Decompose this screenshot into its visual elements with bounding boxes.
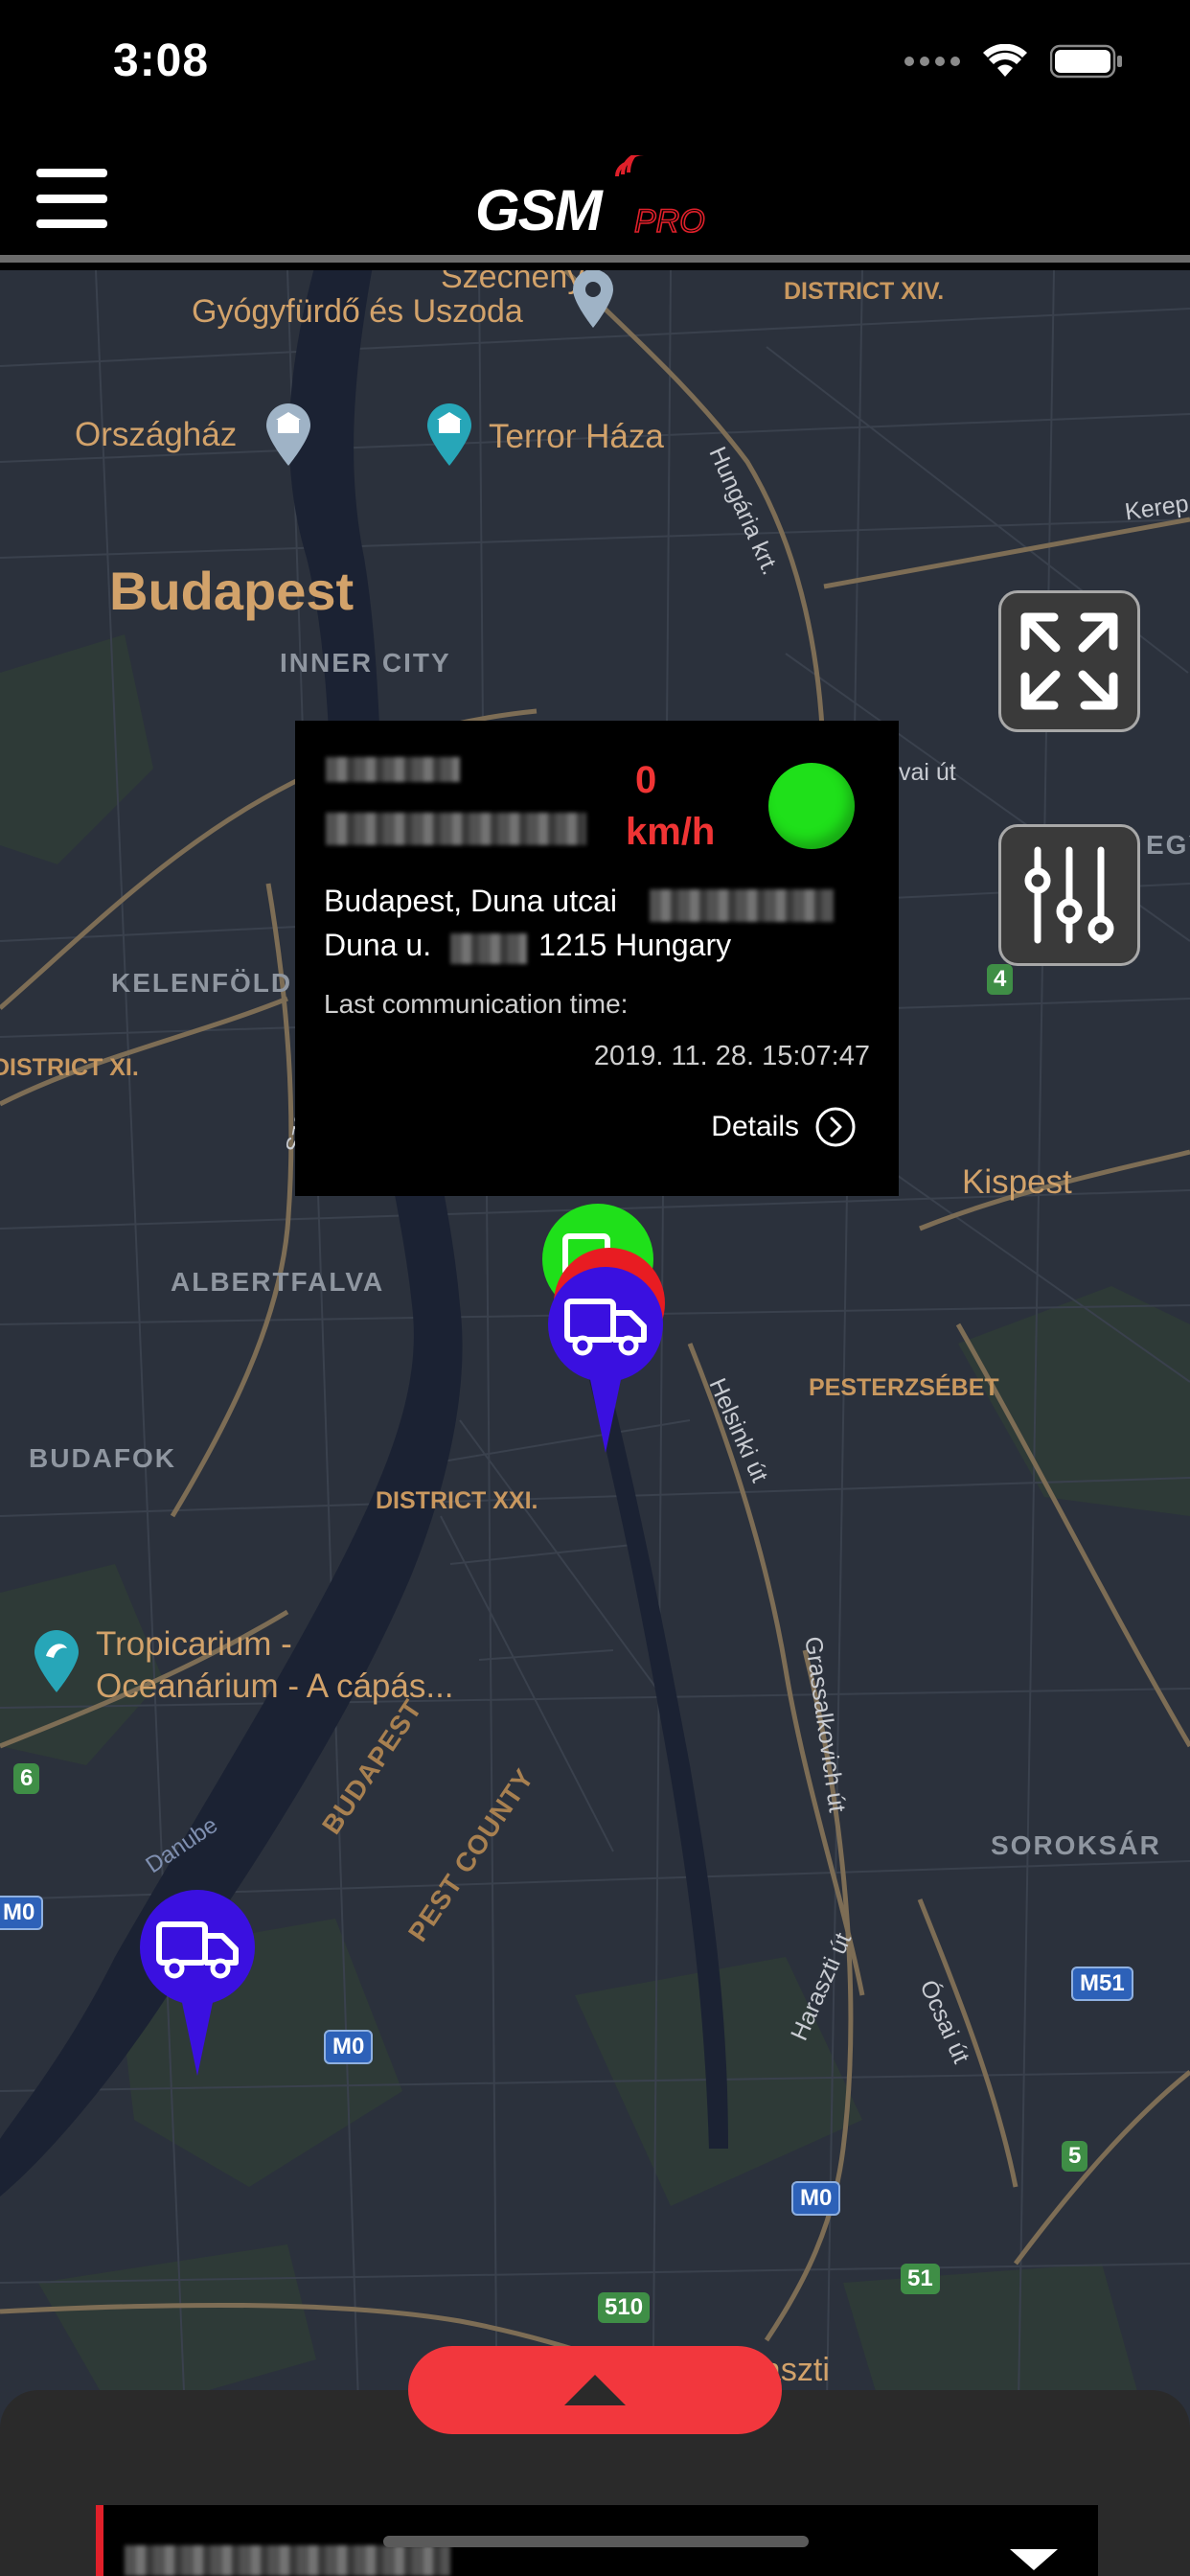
status-time: 3:08 [113,35,210,86]
address-line-1: Budapest, Duna utcai [324,884,617,918]
details-label: Details [711,1111,799,1142]
map-label-district-xiv: DISTRICT XIV. [784,278,945,305]
map-view[interactable]: Széchenyi Gyógyfürdő és Uszoda DISTRICT … [0,270,1190,2576]
hamburger-menu-icon[interactable] [36,163,107,234]
chevron-right-circle-icon [815,1107,856,1147]
filter-settings-button[interactable] [998,824,1140,966]
speed-unit: km/h [626,811,716,853]
map-label-district-xxi: DISTRICT XXI. [376,1487,538,1514]
map-label-budapest: Budapest [109,561,355,621]
chevron-down-icon [1010,2549,1058,2570]
status-icons [904,44,1123,79]
map-label-kelenfold: KELENFÖLD [111,968,293,998]
map-label-vai-ut: vai út [899,759,956,786]
chevron-up-icon [564,2375,626,2405]
vehicle-status-indicator [768,763,855,849]
fullscreen-button[interactable] [998,590,1140,732]
battery-icon [1050,44,1122,79]
expand-arrows-icon [1020,612,1118,710]
address-redacted-1 [650,889,834,922]
map-label-soroksar: SOROKSÁR [991,1830,1161,1860]
map-label-tropicarium-1: Tropicarium - [96,1625,292,1663]
road-badge-510: 510 [598,2292,651,2323]
map-label-pesterzsebet: PESTERZSÉBET [809,1374,999,1401]
road-badge-5: 5 [1062,2141,1088,2172]
road-badge-m0-right: M0 [791,2181,841,2216]
sliders-icon [1024,846,1114,944]
vehicle-name-redacted [326,757,460,782]
road-badge-51: 51 [901,2264,940,2294]
map-label-budafok: BUDAFOK [29,1443,176,1473]
landmark-pin-icon [263,402,314,472]
svg-text:GSM: GSM [475,178,605,242]
status-bar: 3:08 [0,0,1190,134]
road-badge-4: 4 [987,964,1014,995]
gsm-pro-logo: GSM PRO [473,142,732,242]
app-bar: GSM PRO [0,134,1190,263]
road-badge-6: 6 [13,1763,40,1794]
speed-value: 0 [635,759,657,801]
details-link[interactable]: Details [711,1106,857,1148]
home-indicator [383,2536,809,2547]
road-badge-m51: M51 [1071,1966,1133,2001]
road-badge-m0-mid: M0 [324,2030,374,2064]
wifi-icon [983,44,1027,77]
address-line-2: Duna u. 1215 Hungary [324,928,732,962]
map-label-terror-haza: Terror Háza [489,418,664,455]
map-label-gyogyfurdo: Gyógyfürdő és Uszoda [192,293,523,330]
svg-text:PRO: PRO [634,203,705,240]
map-label-kispest: Kispest [962,1163,1072,1201]
map-label-orszaghaz: Országház [75,416,238,453]
museum-pin-icon [569,270,617,334]
vehicle-plate-redacted [326,813,586,845]
vehicle-marker-blue-center[interactable] [546,1265,665,1461]
cellular-signal-icon [904,57,960,66]
aquarium-pin-icon [31,1629,82,1699]
map-label-inner-city: INNER CITY [280,648,451,678]
expand-sheet-button[interactable] [408,2346,782,2434]
last-communication-label: Last communication time: [324,989,629,1019]
museum-pin-icon [423,402,475,472]
map-label-egy: EGY [1146,830,1190,860]
last-communication-value: 2019. 11. 28. 15:07:47 [593,1041,870,1071]
vehicle-marker-blue-left[interactable] [138,1888,257,2084]
vehicle-info-popup[interactable]: 0 km/h Budapest, Duna utcai Duna u. 1215 … [295,721,899,1196]
address-redacted-2 [450,933,527,964]
map-label-albertfalva: ALBERTFALVA [171,1267,385,1297]
map-label-district-xi: DISTRICT XI. [0,1054,139,1081]
vehicle-list-name-redacted [125,2545,450,2576]
road-badge-m0-left: M0 [0,1896,44,1930]
